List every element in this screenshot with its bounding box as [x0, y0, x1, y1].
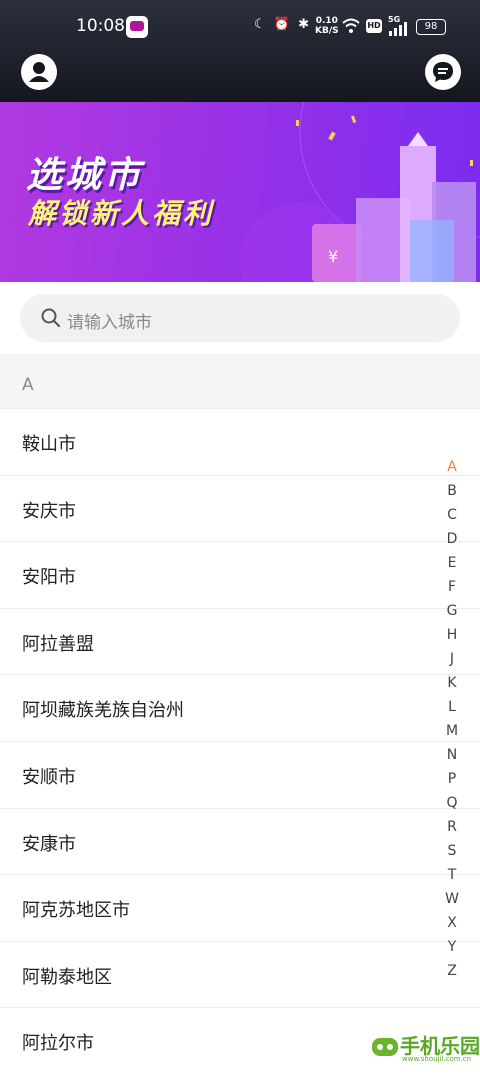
chat-bubble-icon — [433, 62, 453, 82]
city-name: 安康市 — [22, 833, 76, 855]
list-item[interactable]: 阿拉善盟 — [0, 607, 480, 675]
user-icon — [29, 62, 49, 82]
city-name: 阿拉尔市 — [22, 1033, 94, 1055]
status-bar: 10:08 ☾ ⏰ ✱ 0.10 KB/S HD 5G 98 — [0, 0, 480, 54]
app-notification-icon — [126, 16, 148, 38]
city-name: 阿坝藏族羌族自治州 — [22, 700, 184, 722]
list-item[interactable]: 阿克苏地区市 — [0, 874, 480, 941]
profile-button[interactable] — [21, 54, 57, 90]
index-letter[interactable]: S — [441, 839, 463, 863]
speed-value: 0.10 — [315, 16, 338, 26]
wifi-icon — [342, 18, 360, 33]
bluetooth-icon: ✱ — [298, 17, 312, 32]
index-letter[interactable]: M — [441, 719, 463, 743]
search-placeholder: 请输入城市 — [67, 313, 152, 333]
search-icon — [41, 308, 61, 328]
hd-badge: HD — [366, 19, 382, 33]
city-list: 鞍山市 安庆市 安阳市 阿拉善盟 阿坝藏族羌族自治州 安顺市 安康市 阿克苏地区… — [0, 408, 480, 1074]
promo-banner[interactable]: ¥ 选城市 解锁新人福利 — [0, 102, 480, 282]
banner-title: 选城市 — [26, 155, 144, 196]
moon-icon: ☾ — [254, 17, 268, 32]
index-letter[interactable]: X — [441, 911, 463, 935]
alphabet-index[interactable]: A B C D E F G H J K L M N P Q R S T W X … — [441, 455, 463, 983]
index-letter[interactable]: A — [441, 455, 463, 479]
city-name: 阿克苏地区市 — [22, 900, 130, 922]
index-letter[interactable]: B — [441, 479, 463, 503]
city-name: 阿勒泰地区 — [22, 966, 112, 988]
search-input[interactable]: 请输入城市 — [20, 294, 460, 342]
section-letter: A — [22, 375, 34, 395]
speed-unit: KB/S — [315, 26, 339, 36]
index-letter[interactable]: Q — [441, 791, 463, 815]
city-name: 安阳市 — [22, 567, 76, 589]
index-letter[interactable]: N — [441, 743, 463, 767]
list-item[interactable]: 安顺市 — [0, 740, 480, 808]
city-name: 鞍山市 — [22, 434, 76, 455]
list-item[interactable]: 阿勒泰地区 — [0, 940, 480, 1008]
index-letter[interactable]: H — [441, 623, 463, 647]
list-item[interactable]: 安庆市 — [0, 474, 480, 542]
city-name: 安顺市 — [22, 766, 76, 788]
index-letter[interactable]: L — [441, 695, 463, 719]
list-item[interactable]: 鞍山市 — [0, 408, 480, 475]
index-letter[interactable]: W — [441, 887, 463, 911]
list-item[interactable]: 阿坝藏族羌族自治州 — [0, 674, 480, 741]
index-letter[interactable]: J — [441, 647, 463, 671]
index-letter[interactable]: E — [441, 551, 463, 575]
city-name: 安庆市 — [22, 500, 76, 522]
index-letter[interactable]: C — [441, 503, 463, 527]
section-header-a: A — [0, 354, 480, 408]
index-letter[interactable]: G — [441, 599, 463, 623]
index-letter[interactable]: T — [441, 863, 463, 887]
status-icons: ☾ ⏰ ✱ — [254, 17, 311, 32]
battery-indicator: 98 — [416, 19, 446, 35]
signal-icon — [389, 22, 407, 36]
index-letter[interactable]: Z — [441, 959, 463, 983]
list-item[interactable]: 安康市 — [0, 807, 480, 875]
gamepad-icon — [372, 1038, 398, 1056]
index-letter[interactable]: D — [441, 527, 463, 551]
search-section: 请输入城市 — [0, 282, 480, 354]
index-letter[interactable]: K — [441, 671, 463, 695]
city-name: 阿拉善盟 — [22, 633, 94, 655]
banner-subtitle: 解锁新人福利 — [28, 197, 215, 230]
svg-text:¥: ¥ — [328, 247, 338, 266]
index-letter[interactable]: P — [441, 767, 463, 791]
message-button[interactable] — [425, 54, 461, 90]
top-bar: 10:08 ☾ ⏰ ✱ 0.10 KB/S HD 5G 98 — [0, 0, 480, 102]
index-letter[interactable]: Y — [441, 935, 463, 959]
alarm-icon: ⏰ — [273, 17, 292, 32]
status-time: 10:08 — [76, 16, 125, 36]
watermark-url: www.shoujil.com.cn — [402, 1055, 472, 1063]
network-speed: 0.10 KB/S — [315, 16, 339, 36]
index-letter[interactable]: R — [441, 815, 463, 839]
list-item[interactable]: 安阳市 — [0, 541, 480, 608]
watermark-logo: 手机乐园 www.shoujil.com.cn — [370, 1030, 480, 1064]
index-letter[interactable]: F — [441, 575, 463, 599]
